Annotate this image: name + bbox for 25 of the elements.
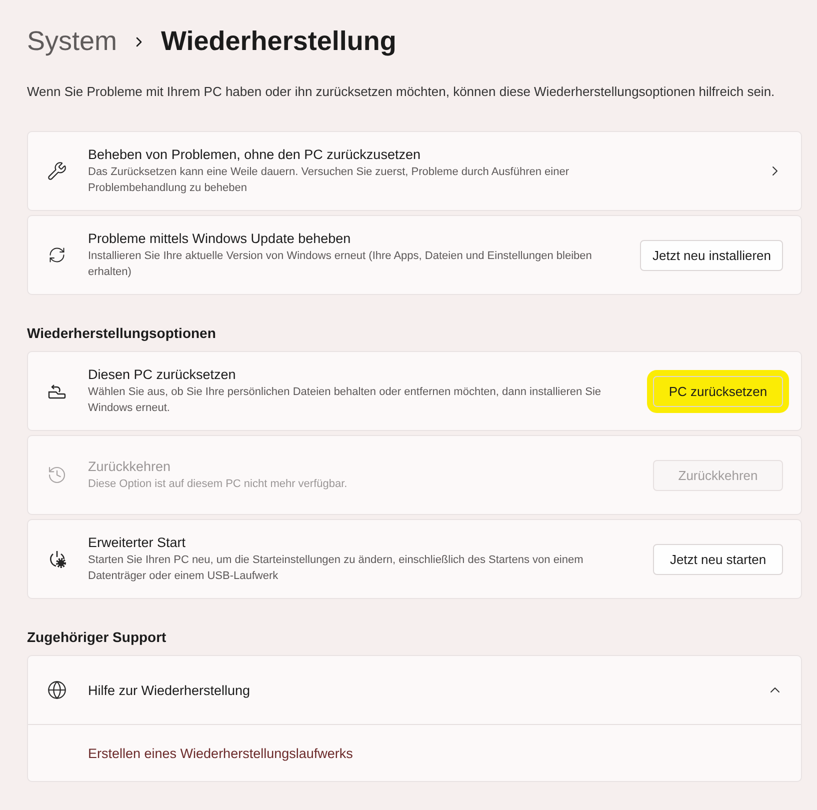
page-description: Wenn Sie Probleme mit Ihrem PC haben oder ihn zurücksetzen möchten, können diese Wiederherstellungsoptionen hilfreich sein.	[27, 83, 776, 101]
card-description: Wählen Sie aus, ob Sie Ihre persönlichen Dateien behalten oder entfernen möchten, dann installieren Sie Windows erneut.	[88, 384, 602, 416]
history-icon	[47, 465, 67, 485]
section-heading: Wiederherstellungsoptionen	[27, 325, 217, 341]
recovery-drive-link[interactable]: Erstellen eines Wiederherstellungslaufwerks	[88, 746, 353, 761]
card-description: Starten Sie Ihren PC neu, um die Starteinstellungen zu ändern, einschließlich des Startens von einem Datenträger oder einem USB-Laufwerk	[88, 552, 584, 584]
settings-card[interactable]: Beheben von Problemen, ohne den PC zurückzusetzen Das Zurücksetzen kann eine Weile dauern. Versuchen Sie zuerst, Probleme durch Ausführen einer Problembehandlung zu beheben	[27, 131, 802, 211]
card-title: Erweiterter Start	[88, 534, 187, 550]
card-description: Installieren Sie Ihre aktuelle Version von Windows erneut (Ihre Apps, Dateien und Einstellungen bleiben erhalten)	[88, 248, 593, 280]
card-title: Zurückkehren	[88, 458, 172, 474]
refresh-icon	[48, 246, 66, 264]
wrench-icon	[47, 161, 67, 181]
card-title: Probleme mittels Windows Update beheben	[88, 230, 352, 246]
breadcrumb-parent[interactable]: System	[27, 26, 118, 57]
section-heading: Zugehöriger Support	[27, 629, 168, 645]
power-gear-icon	[47, 549, 67, 569]
card-title: Beheben von Problemen, ohne den PC zurückzusetzen	[88, 146, 422, 162]
page-title: Wiederherstellung	[161, 26, 396, 57]
card-title: Diesen PC zurücksetzen	[88, 366, 237, 382]
globe-icon	[47, 680, 67, 700]
card-description: Das Zurücksetzen kann eine Weile dauern. Versuchen Sie zuerst, Probleme durch Ausführen einer Problembehandlung zu beheben	[88, 164, 570, 196]
action-button[interactable]: Jetzt neu starten	[653, 544, 783, 574]
card-description: Diese Option ist auf diesem PC nicht mehr verfügbar.	[88, 476, 348, 492]
action-button[interactable]: Jetzt neu installieren	[640, 240, 783, 270]
card-title: Hilfe zur Wiederherstellung	[88, 682, 252, 698]
